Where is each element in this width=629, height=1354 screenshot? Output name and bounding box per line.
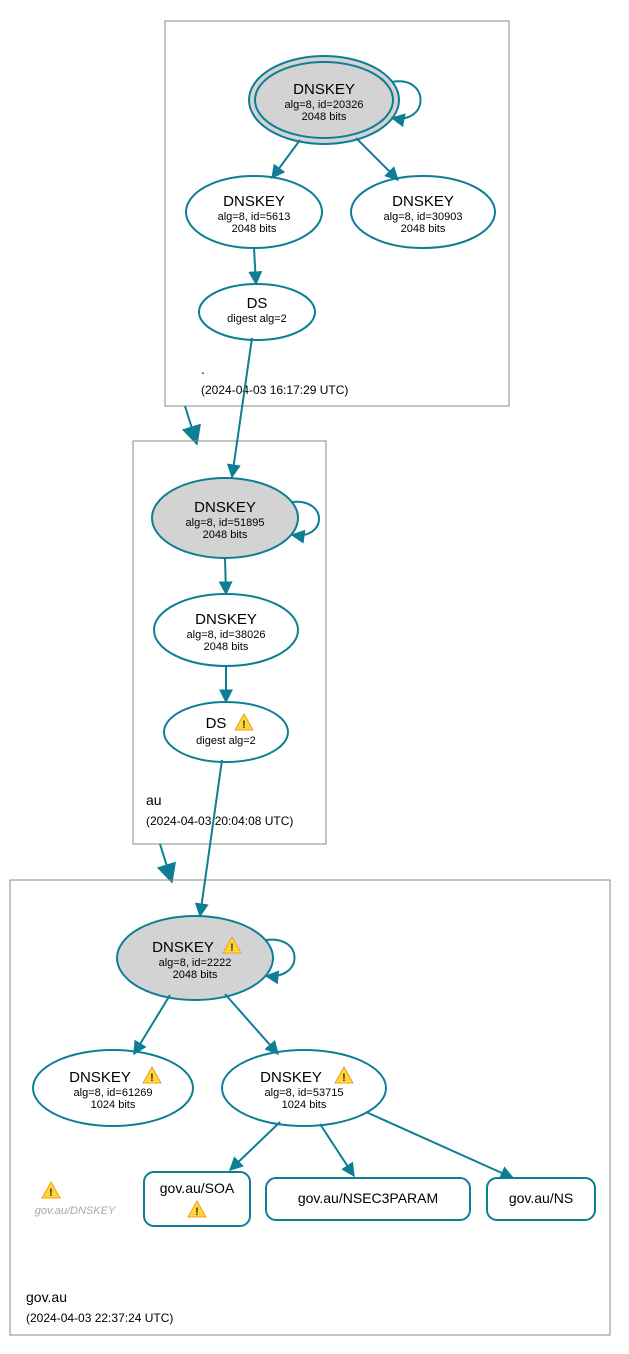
svg-text:2048 bits: 2048 bits xyxy=(204,641,249,653)
svg-text:DNSKEY: DNSKEY xyxy=(260,1069,322,1086)
svg-text:gov.au/DNSKEY: gov.au/DNSKEY xyxy=(35,1205,116,1217)
node-root-zsk-30903: DNSKEY alg=8, id=30903 2048 bits xyxy=(351,176,495,248)
svg-text:1024 bits: 1024 bits xyxy=(282,1099,327,1111)
node-gov-zsk-61269: DNSKEY alg=8, id=61269 1024 bits xyxy=(33,1050,193,1126)
edge-gov-ksk-to-53715 xyxy=(225,994,278,1054)
svg-text:gov.au/SOA: gov.au/SOA xyxy=(160,1180,235,1196)
svg-text:DNSKEY: DNSKEY xyxy=(392,193,454,210)
edge-au-to-gov-zone xyxy=(160,844,170,876)
svg-text:alg=8, id=51895: alg=8, id=51895 xyxy=(186,517,265,529)
svg-text:gov.au/NSEC3PARAM: gov.au/NSEC3PARAM xyxy=(298,1190,438,1206)
dnssec-chain-diagram: ! . (2024-04-03 16:17:29 UTC) DNSKEY alg… xyxy=(0,0,629,1354)
svg-text:2048 bits: 2048 bits xyxy=(203,529,248,541)
svg-text:alg=8, id=2222: alg=8, id=2222 xyxy=(159,957,232,969)
zone-name-root: . xyxy=(201,361,205,377)
edge-root-to-au-zone xyxy=(185,406,195,438)
node-gov-nsec3param: gov.au/NSEC3PARAM xyxy=(266,1178,470,1220)
edge-au-ds-to-gov-ksk xyxy=(200,760,222,916)
node-gov-zsk-53715: DNSKEY alg=8, id=53715 1024 bits xyxy=(222,1050,386,1126)
svg-text:digest alg=2: digest alg=2 xyxy=(196,735,256,747)
svg-text:DS: DS xyxy=(206,715,227,732)
edge-au-ksk-to-zsk xyxy=(225,558,226,594)
svg-text:2048 bits: 2048 bits xyxy=(401,223,446,235)
zone-ts-govau: (2024-04-03 22:37:24 UTC) xyxy=(26,1311,173,1325)
svg-text:DS: DS xyxy=(247,295,268,312)
zone-name-au: au xyxy=(146,792,162,808)
svg-text:2048 bits: 2048 bits xyxy=(232,223,277,235)
warning-icon xyxy=(42,1182,60,1199)
svg-text:2048 bits: 2048 bits xyxy=(302,111,347,123)
svg-text:DNSKEY: DNSKEY xyxy=(195,611,257,628)
svg-text:alg=8, id=61269: alg=8, id=61269 xyxy=(74,1087,153,1099)
svg-text:alg=8, id=20326: alg=8, id=20326 xyxy=(285,99,364,111)
svg-text:digest alg=2: digest alg=2 xyxy=(227,313,287,325)
node-gov-ns: gov.au/NS xyxy=(487,1178,595,1220)
edge-root-ksk-to-30903 xyxy=(356,138,398,180)
svg-text:alg=8, id=30903: alg=8, id=30903 xyxy=(384,211,463,223)
edge-53715-to-ns xyxy=(366,1112,513,1178)
svg-text:2048 bits: 2048 bits xyxy=(173,969,218,981)
svg-text:1024 bits: 1024 bits xyxy=(91,1099,136,1111)
svg-text:DNSKEY: DNSKEY xyxy=(194,499,256,516)
node-au-ksk: DNSKEY alg=8, id=51895 2048 bits xyxy=(152,478,298,558)
node-au-zsk: DNSKEY alg=8, id=38026 2048 bits xyxy=(154,594,298,666)
edge-root-ksk-to-5613 xyxy=(272,140,300,178)
svg-text:alg=8, id=38026: alg=8, id=38026 xyxy=(187,629,266,641)
svg-text:DNSKEY: DNSKEY xyxy=(152,939,214,956)
svg-text:alg=8, id=5613: alg=8, id=5613 xyxy=(218,211,291,223)
node-gov-dnskey-grey: gov.au/DNSKEY xyxy=(35,1182,116,1217)
edge-5613-to-ds xyxy=(254,248,256,284)
node-gov-ksk: DNSKEY alg=8, id=2222 2048 bits xyxy=(117,916,273,1000)
edge-53715-to-soa xyxy=(230,1122,280,1170)
edge-gov-ksk-to-61269 xyxy=(134,995,170,1054)
zone-name-govau: gov.au xyxy=(26,1289,67,1305)
node-root-zsk-5613: DNSKEY alg=8, id=5613 2048 bits xyxy=(186,176,322,248)
node-root-ds: DS digest alg=2 xyxy=(199,284,315,340)
edge-53715-to-nsec3 xyxy=(320,1124,354,1176)
node-root-ksk: DNSKEY alg=8, id=20326 2048 bits xyxy=(249,56,399,144)
svg-text:alg=8, id=53715: alg=8, id=53715 xyxy=(265,1087,344,1099)
node-au-ds: DS digest alg=2 xyxy=(164,702,288,762)
edge-root-ds-to-au-ksk xyxy=(232,338,252,477)
node-gov-soa: gov.au/SOA xyxy=(144,1172,250,1226)
svg-text:gov.au/NS: gov.au/NS xyxy=(509,1190,573,1206)
svg-text:DNSKEY: DNSKEY xyxy=(223,193,285,210)
zone-ts-root: (2024-04-03 16:17:29 UTC) xyxy=(201,383,348,397)
svg-text:DNSKEY: DNSKEY xyxy=(293,81,355,98)
zone-ts-au: (2024-04-03 20:04:08 UTC) xyxy=(146,814,293,828)
svg-text:DNSKEY: DNSKEY xyxy=(69,1069,131,1086)
